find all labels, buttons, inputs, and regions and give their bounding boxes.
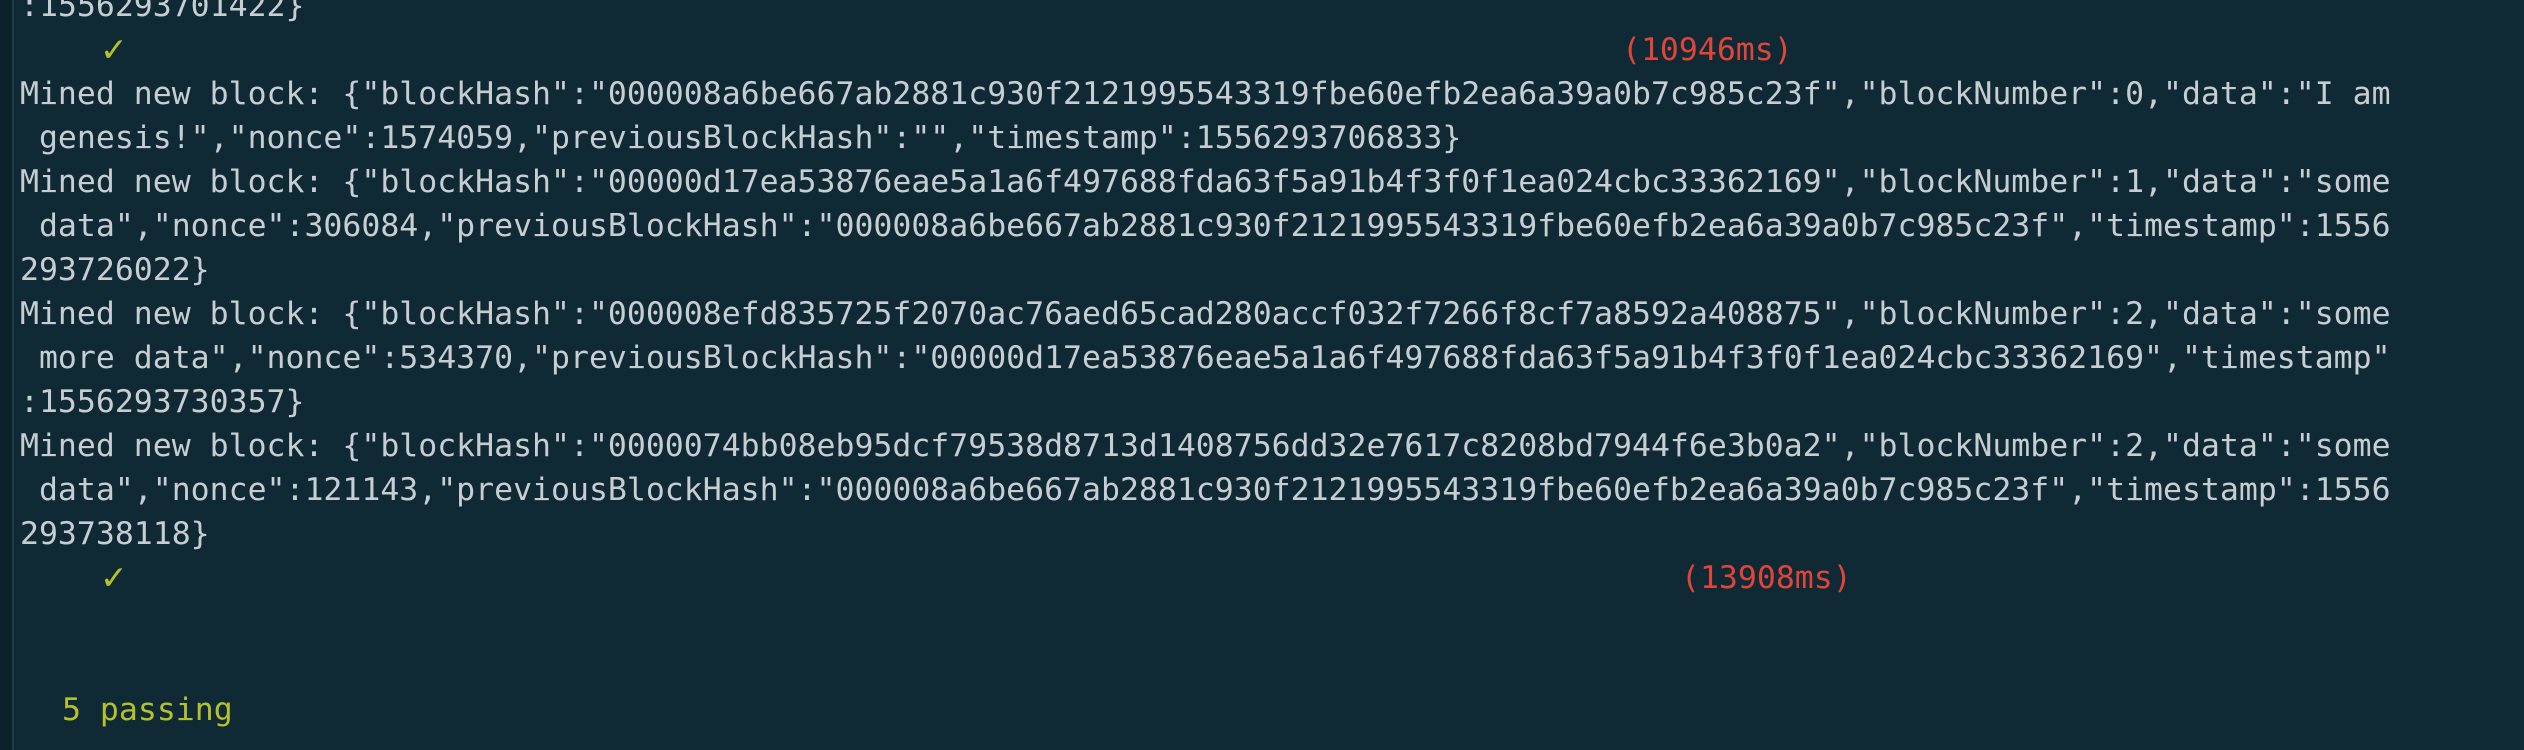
terminal-line: Mined new block: {"blockHash":"000008a6b… bbox=[20, 76, 2391, 112]
window-left-border bbox=[0, 0, 14, 750]
terminal-line: data","nonce":306084,"previousBlockHash"… bbox=[20, 208, 2391, 244]
terminal-line: 293738118} bbox=[20, 516, 210, 552]
check-icon: ✓ bbox=[100, 558, 128, 597]
check-icon: ✓ bbox=[100, 30, 128, 69]
test-duration: (10946ms) bbox=[1622, 32, 1793, 68]
terminal-line: :1556293701422} bbox=[20, 0, 305, 24]
test-duration: (13908ms) bbox=[1681, 560, 1852, 596]
terminal-line: Mined new block: {"blockHash":"0000074bb… bbox=[20, 428, 2391, 464]
terminal-line: more data","nonce":534370,"previousBlock… bbox=[20, 340, 2391, 376]
terminal-line: data","nonce":121143,"previousBlockHash"… bbox=[20, 472, 2391, 508]
passing-summary: 5 passing bbox=[62, 692, 233, 728]
terminal-line: 293726022} bbox=[20, 252, 210, 288]
terminal-line: genesis!","nonce":1574059,"previousBlock… bbox=[20, 120, 1462, 156]
terminal-line: :1556293730357} bbox=[20, 384, 305, 420]
terminal-line: Mined new block: {"blockHash":"000008efd… bbox=[20, 296, 2391, 332]
terminal-line: Mined new block: {"blockHash":"00000d17e… bbox=[20, 164, 2391, 200]
